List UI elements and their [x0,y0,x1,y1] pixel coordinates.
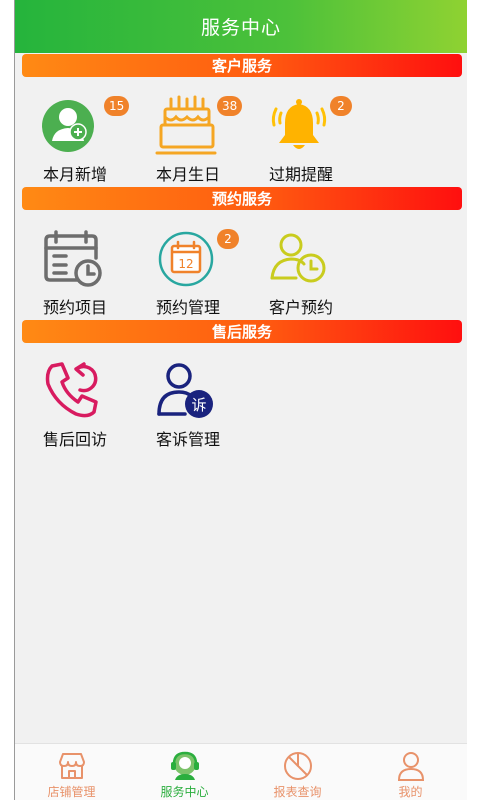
tab-label: 我的 [398,785,423,799]
birthday-cake-icon [155,95,217,155]
section-title: 售后服务 [211,323,272,341]
section-title: 预约服务 [211,190,272,208]
bottom-tab-bar: 店铺管理 服务中心 报表查询 我的 [15,743,467,800]
badge-count: 15 [104,96,130,116]
tab-mine[interactable]: 我的 [354,744,467,800]
tab-report-query[interactable]: 报表查询 [241,744,354,800]
tile-label: 售后回访 [42,430,107,449]
tile-label: 客户预约 [268,298,333,317]
tab-label: 店铺管理 [47,785,96,799]
section-header-customer-service: 客户服务 [22,54,462,77]
tile-appointment-items[interactable]: 预约项目 [20,228,130,318]
tab-store-management[interactable]: 店铺管理 [15,744,128,800]
svg-text:12: 12 [178,257,193,271]
bell-icon [271,99,327,149]
tile-complaint-management[interactable]: 诉 客诉管理 [133,360,243,450]
tile-label: 过期提醒 [268,165,333,184]
app-header: 服务中心 [15,0,467,53]
phone-callback-icon [45,362,98,418]
badge-count: 2 [330,96,352,116]
calendar-clock-icon [44,230,102,287]
tab-service-center[interactable]: 服务中心 [128,744,241,800]
tab-label: 报表查询 [273,785,322,799]
store-icon [58,753,85,779]
tile-label: 本月新增 [42,165,107,184]
complaint-user-icon: 诉 [157,363,213,418]
tile-label: 客诉管理 [155,430,220,449]
tile-customer-appointment[interactable]: 客户预约 [246,228,356,318]
tile-expiry-reminder[interactable]: 2 过期提醒 [246,95,356,185]
tab-label: 服务中心 [160,785,209,799]
tile-label: 预约项目 [42,298,107,317]
badge-count: 38 [217,96,243,116]
tile-label: 预约管理 [155,298,220,317]
tile-after-sales-followup[interactable]: 售后回访 [20,360,130,450]
user-clock-icon [270,233,326,283]
section-title: 客户服务 [211,57,272,75]
tile-monthly-birthday[interactable]: 38 本月生日 [133,95,243,185]
tile-label: 本月生日 [155,165,220,184]
report-chart-icon [283,752,312,780]
svg-text:诉: 诉 [191,396,206,414]
add-user-icon [42,100,94,152]
calendar-12-icon: 12 [158,231,214,287]
tile-monthly-new[interactable]: 15 本月新增 [20,95,130,185]
app-frame: 服务中心 客户服务 15 本月新增 38 本月生日 2 过期提醒 预约服务 预约… [14,0,467,800]
profile-icon [397,752,424,781]
page-title: 服务中心 [200,17,281,39]
section-header-after-sales: 售后服务 [22,320,462,343]
badge-count: 2 [217,229,239,249]
service-headset-icon [170,751,199,780]
tile-appointment-management[interactable]: 12 2 预约管理 [133,228,243,318]
section-header-appointment-service: 预约服务 [22,187,462,210]
